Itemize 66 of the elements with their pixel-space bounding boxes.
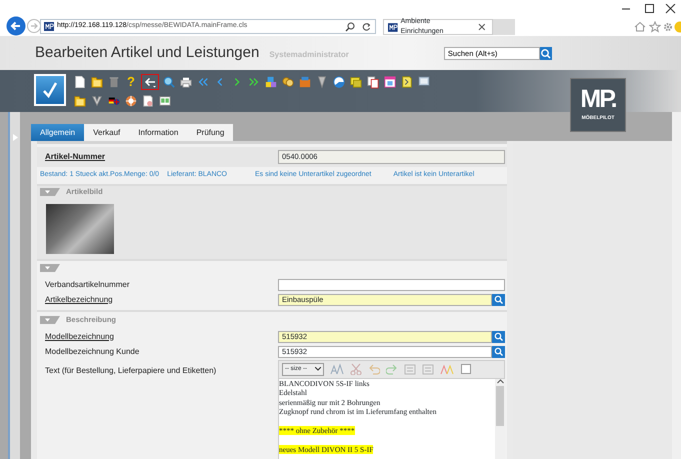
caret-icon bbox=[45, 266, 50, 270]
tab[interactable]: Prüfung bbox=[187, 124, 234, 141]
search-button[interactable] bbox=[540, 46, 552, 60]
field-label: Modellbezeichnung Kunde bbox=[45, 346, 140, 358]
coins-icon[interactable] bbox=[282, 75, 294, 89]
save-button[interactable] bbox=[34, 74, 66, 106]
page-title: Bearbeiten Artikel und Leistungen bbox=[35, 42, 260, 63]
back-icon[interactable] bbox=[6, 16, 26, 36]
pages-icon[interactable] bbox=[367, 75, 379, 89]
tab[interactable]: Verkauf bbox=[84, 124, 130, 141]
field-label: Artikel-Nummer bbox=[45, 151, 106, 163]
close-icon[interactable] bbox=[664, 4, 677, 14]
search-icon[interactable] bbox=[345, 22, 355, 32]
input-field[interactable] bbox=[278, 278, 505, 290]
calendar-icon[interactable] bbox=[384, 75, 396, 89]
lookup-button[interactable] bbox=[492, 346, 505, 358]
page-icon[interactable] bbox=[142, 94, 154, 108]
caret-icon bbox=[45, 190, 50, 194]
trash-icon[interactable] bbox=[108, 75, 120, 89]
field-label: Text (für Bestellung, Lieferpapiere und Etiketten) bbox=[45, 364, 216, 377]
photo-placeholder bbox=[46, 204, 114, 254]
folder-icon[interactable] bbox=[74, 94, 86, 108]
home-icon[interactable] bbox=[634, 21, 646, 33]
checkbox-icon[interactable] bbox=[460, 363, 472, 375]
text-color-icon[interactable] bbox=[440, 363, 454, 375]
field-label: Artikelbezeichnung bbox=[45, 294, 114, 306]
book-icon[interactable] bbox=[159, 94, 171, 108]
document-icon[interactable] bbox=[74, 75, 86, 89]
folder-icon[interactable] bbox=[91, 75, 103, 89]
collapse-toggle[interactable] bbox=[40, 316, 60, 324]
magnifier-icon[interactable] bbox=[163, 75, 175, 89]
banknotes-icon[interactable] bbox=[350, 75, 362, 89]
collapse-toggle[interactable] bbox=[40, 264, 60, 272]
star-icon[interactable] bbox=[649, 21, 661, 33]
back-button[interactable] bbox=[141, 74, 159, 90]
scrollbar[interactable] bbox=[495, 378, 505, 459]
tab[interactable]: Allgemein bbox=[31, 124, 84, 141]
checkmark-icon bbox=[40, 80, 60, 100]
double-chevron-right-icon[interactable] bbox=[248, 75, 260, 89]
cubes-icon[interactable] bbox=[265, 75, 277, 89]
printer-icon[interactable] bbox=[180, 75, 192, 89]
double-chevron-left-icon[interactable] bbox=[197, 75, 209, 89]
caret-icon bbox=[45, 318, 50, 322]
site-icon bbox=[44, 22, 54, 31]
close-icon[interactable] bbox=[478, 23, 486, 31]
monitor-icon[interactable] bbox=[418, 75, 430, 89]
lookup-button[interactable] bbox=[492, 330, 505, 342]
refresh-icon[interactable] bbox=[362, 22, 371, 31]
scroll-up-icon[interactable] bbox=[496, 378, 504, 384]
lookup-button[interactable] bbox=[492, 294, 505, 306]
collapse-toggle[interactable] bbox=[40, 188, 60, 196]
back-arrow-icon bbox=[143, 75, 157, 89]
expand-icon bbox=[12, 134, 18, 141]
pie-icon[interactable] bbox=[333, 75, 345, 89]
report-icon[interactable] bbox=[401, 75, 413, 89]
caret-icon bbox=[315, 367, 321, 371]
site-icon bbox=[388, 22, 398, 32]
maximize-icon[interactable] bbox=[643, 4, 656, 14]
side-panel-handle[interactable] bbox=[8, 112, 20, 459]
vee-icon[interactable] bbox=[91, 94, 103, 108]
gear-icon[interactable] bbox=[662, 21, 674, 33]
window-scrollbar[interactable] bbox=[672, 112, 681, 459]
tab[interactable]: Information bbox=[129, 124, 188, 141]
field-label: Modellbezeichnung bbox=[45, 330, 115, 342]
wheel-icon[interactable] bbox=[125, 94, 137, 108]
field-label: Verbandsartikelnummer bbox=[45, 278, 130, 290]
